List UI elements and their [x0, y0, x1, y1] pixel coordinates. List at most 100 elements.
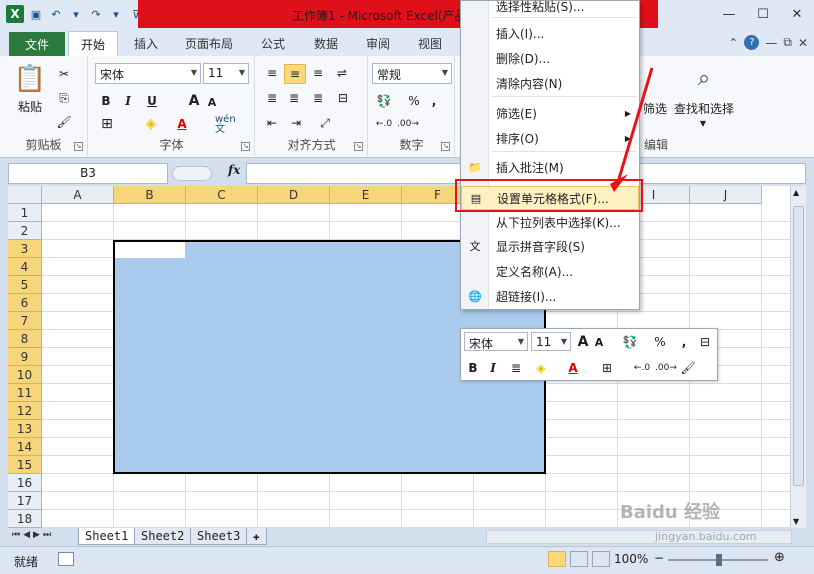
scroll-up-icon[interactable]: ▲	[793, 188, 799, 197]
context-menu-item[interactable]: 定义名称(A)...	[461, 260, 639, 284]
font-color-button[interactable]: A	[173, 114, 191, 134]
close-icon[interactable]: ✕	[798, 36, 808, 50]
row-header[interactable]: 5	[8, 276, 42, 294]
ribbon-collapse-icon[interactable]: ⌃	[728, 36, 738, 50]
tab-view[interactable]: 视图	[418, 35, 442, 52]
font-name-select[interactable]: 宋体 ▼	[464, 332, 528, 351]
tab-insert[interactable]: 插入	[134, 35, 158, 52]
grow-font-button[interactable]: A	[185, 92, 203, 110]
tab-data[interactable]: 数据	[314, 35, 338, 52]
macro-record-icon[interactable]	[58, 552, 74, 566]
launcher-icon[interactable]: ↘	[241, 142, 250, 151]
zoom-in-icon[interactable]: ⊕	[774, 550, 785, 565]
formula-expand-icon[interactable]	[172, 166, 212, 181]
scroll-thumb[interactable]	[793, 206, 804, 486]
find-select-button[interactable]: 查找和选择	[672, 98, 736, 118]
font-color-icon[interactable]: A	[565, 358, 581, 377]
increase-decimal-icon[interactable]: ←.0	[631, 358, 653, 377]
help-icon[interactable]: ?	[744, 35, 760, 50]
context-menu-item[interactable]: 🌐 超链接(I)...	[461, 285, 639, 309]
align-right-icon[interactable]: ≣	[308, 89, 328, 107]
zoom-slider-knob[interactable]	[716, 554, 722, 566]
row-header[interactable]: 7	[8, 312, 42, 330]
row-header[interactable]: 9	[8, 348, 42, 366]
maximize-icon[interactable]: ☐	[746, 0, 780, 28]
column-header[interactable]: B	[114, 186, 186, 204]
launcher-icon[interactable]: ↘	[354, 142, 363, 151]
row-header[interactable]: 12	[8, 402, 42, 420]
increase-decimal-icon[interactable]: ←.0	[373, 114, 395, 134]
borders-icon[interactable]: ⊞	[599, 358, 615, 377]
row-header[interactable]: 14	[8, 438, 42, 456]
underline-button[interactable]: U	[143, 92, 161, 110]
minimize-icon[interactable]: —	[712, 0, 746, 28]
orientation-icon[interactable]: ⤢	[314, 114, 336, 132]
insert-function-button[interactable]: fx	[228, 163, 240, 177]
align-center-icon[interactable]: ≣	[284, 89, 304, 107]
row-header[interactable]: 11	[8, 384, 42, 402]
sheet-nav-icon[interactable]: ⏮◀▶⏭	[12, 530, 54, 540]
decrease-decimal-icon[interactable]: .00→	[397, 114, 419, 134]
restore-icon[interactable]: ⧉	[783, 35, 792, 50]
chevron-down-icon[interactable]: ▼	[698, 118, 708, 128]
row-header[interactable]: 2	[8, 222, 42, 240]
row-header[interactable]: 16	[8, 474, 42, 492]
wrap-text-icon[interactable]: ⇌	[332, 64, 352, 82]
bold-button[interactable]: B	[97, 92, 115, 110]
chevron-down-icon[interactable]: ▾	[108, 6, 124, 22]
chevron-down-icon[interactable]: ▾	[68, 6, 84, 22]
name-box[interactable]: B3	[8, 163, 168, 184]
scroll-down-icon[interactable]: ▼	[793, 517, 799, 526]
row-header[interactable]: 4	[8, 258, 42, 276]
row-header[interactable]: 10	[8, 366, 42, 384]
percent-button[interactable]: %	[407, 92, 421, 110]
grow-font-icon[interactable]: A	[575, 332, 591, 351]
italic-button[interactable]: I	[485, 358, 501, 377]
column-header[interactable]: A	[42, 186, 114, 204]
binoculars-icon[interactable]: ⌕	[690, 64, 718, 92]
align-top-icon[interactable]: ≡	[262, 64, 282, 82]
decrease-indent-icon[interactable]: ⇤	[262, 114, 282, 132]
merge-center-icon[interactable]: ⊟	[695, 332, 715, 351]
increase-indent-icon[interactable]: ⇥	[286, 114, 306, 132]
context-menu-item[interactable]: 从下拉列表中选择(K)...	[461, 211, 639, 235]
page-layout-view-icon[interactable]	[570, 551, 588, 567]
comma-button[interactable]: ,	[679, 332, 689, 351]
excel-logo-icon[interactable]: X	[6, 5, 24, 23]
percent-button[interactable]: %	[653, 332, 667, 351]
align-bottom-icon[interactable]: ≡	[308, 64, 328, 82]
column-header[interactable]: C	[186, 186, 258, 204]
italic-button[interactable]: I	[119, 92, 137, 110]
format-painter-icon[interactable]: 🖌	[56, 114, 72, 130]
paste-icon[interactable]: 📋	[12, 62, 48, 96]
borders-icon[interactable]: ⊞	[97, 114, 117, 134]
currency-icon[interactable]: 💱	[619, 332, 641, 351]
sheet-tab[interactable]: Sheet2	[134, 528, 192, 545]
align-left-icon[interactable]: ≣	[262, 89, 282, 107]
close-icon[interactable]: ✕	[780, 0, 814, 28]
row-header[interactable]: 13	[8, 420, 42, 438]
tab-review[interactable]: 审阅	[366, 35, 390, 52]
row-header[interactable]: 18	[8, 510, 42, 528]
sheet-tab[interactable]: Sheet3	[190, 528, 248, 545]
column-header[interactable]: J	[690, 186, 762, 204]
align-center-icon[interactable]: ≣	[507, 358, 525, 377]
row-header[interactable]: 3	[8, 240, 42, 258]
new-sheet-icon[interactable]: ✚	[246, 528, 267, 545]
vertical-scrollbar[interactable]: ▲ ▼	[790, 186, 806, 528]
zoom-out-icon[interactable]: −	[654, 551, 664, 565]
shrink-font-icon[interactable]: A	[593, 333, 605, 352]
zoom-level[interactable]: 100%	[614, 552, 648, 566]
row-header[interactable]: 6	[8, 294, 42, 312]
page-break-view-icon[interactable]	[592, 551, 610, 567]
decrease-decimal-icon[interactable]: .00→	[655, 358, 677, 377]
context-menu-item[interactable]: 插入(I)...	[461, 22, 639, 46]
number-format-select[interactable]: 常规 ▼	[372, 63, 452, 84]
row-header[interactable]: 15	[8, 456, 42, 474]
row-header[interactable]: 8	[8, 330, 42, 348]
align-middle-icon[interactable]: ≡	[284, 64, 306, 84]
font-size-select[interactable]: 11 ▼	[203, 63, 249, 84]
fill-color-icon[interactable]: ◈	[531, 358, 551, 377]
row-header[interactable]: 17	[8, 492, 42, 510]
cut-icon[interactable]: ✂	[56, 66, 72, 82]
